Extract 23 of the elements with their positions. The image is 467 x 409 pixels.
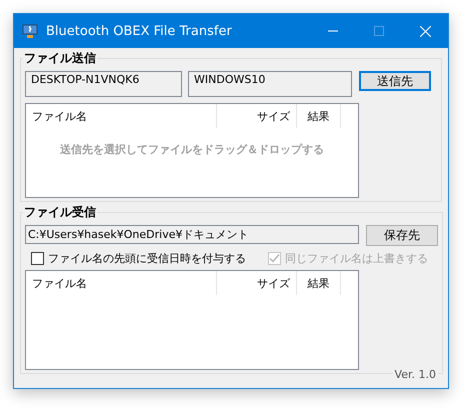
monitor-icon xyxy=(22,23,38,39)
column-header[interactable]: ファイル名 xyxy=(26,271,217,295)
column-header[interactable]: 結果 xyxy=(297,271,341,295)
group-title: ファイル受信 xyxy=(23,204,97,221)
column-header[interactable]: ファイル名 xyxy=(26,104,217,128)
column-header[interactable]: サイズ xyxy=(217,104,297,128)
window-title: Bluetooth OBEX File Transfer xyxy=(46,24,233,38)
checkbox-option[interactable]: ファイル名の先頭に受信日時を付与する xyxy=(31,251,246,266)
column-header[interactable]: 結果 xyxy=(297,104,341,128)
checkmark-icon xyxy=(269,253,280,264)
device-os-field: WINDOWS10 xyxy=(188,71,352,97)
drop-hint: 送信先を選択してファイルをドラッグ＆ドロップする xyxy=(59,142,325,157)
close-icon xyxy=(420,26,430,36)
column-header[interactable]: サイズ xyxy=(217,271,297,295)
save-path-field[interactable]: C:¥Users¥hasek¥OneDrive¥ドキュメント xyxy=(25,225,359,244)
send-target-button[interactable]: 送信先 xyxy=(359,71,431,91)
file-list[interactable]: ファイル名 サイズ 結果 xyxy=(25,270,359,370)
version-label: Ver. 1.0 xyxy=(392,368,438,381)
maximize-icon xyxy=(374,26,384,36)
group-title: ファイル送信 xyxy=(23,50,97,67)
device-name-field: DESKTOP-N1VNQK6 xyxy=(25,71,182,97)
file-list[interactable]: ファイル名 サイズ 結果 送信先を選択してファイルをドラッグ＆ドロップする xyxy=(25,103,359,198)
save-location-button[interactable]: 保存先 xyxy=(366,225,438,246)
